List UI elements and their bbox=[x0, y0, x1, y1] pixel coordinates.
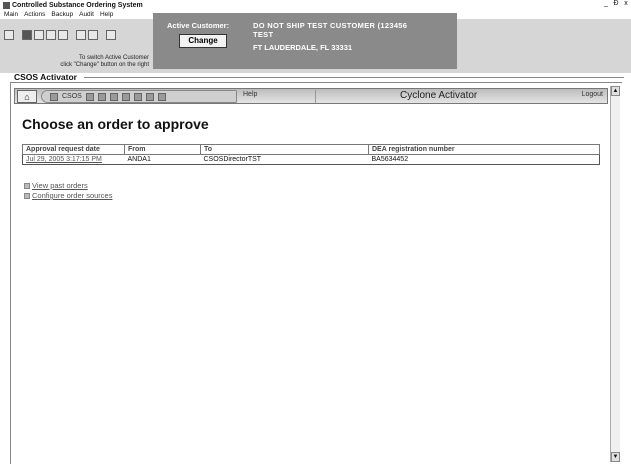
menu-main[interactable]: Main bbox=[4, 11, 18, 18]
check-icon[interactable] bbox=[46, 30, 56, 40]
activator-frame bbox=[10, 82, 622, 464]
logout-link[interactable]: Logout bbox=[582, 91, 603, 98]
action-links: View past orders Configure order sources bbox=[24, 181, 112, 201]
group-divider bbox=[84, 77, 624, 78]
view-past-orders-link[interactable]: View past orders bbox=[32, 181, 88, 191]
col-from: From bbox=[124, 144, 201, 155]
toolbar-icons bbox=[4, 30, 116, 40]
active-customer-panel: Active Customer: DO NOT SHIP TEST CUSTOM… bbox=[153, 13, 457, 69]
col-dea-number: DEA registration number bbox=[368, 144, 600, 155]
title-bar: Controlled Substance Ordering System _ Ɖ… bbox=[0, 0, 631, 10]
help-link[interactable]: Help bbox=[243, 91, 257, 98]
col-approval-date: Approval request date bbox=[22, 144, 125, 155]
csos-tool-icon[interactable] bbox=[50, 92, 58, 101]
switch-customer-hint: To switch Active Customer click "Change"… bbox=[60, 55, 149, 68]
page-title: Choose an order to approve bbox=[22, 116, 209, 132]
to-cell: CSOSDirectorTST bbox=[203, 156, 262, 163]
order-icon[interactable] bbox=[22, 30, 32, 40]
export-icon[interactable] bbox=[145, 92, 154, 101]
user-icon[interactable] bbox=[88, 30, 98, 40]
signature-icon[interactable] bbox=[58, 30, 68, 40]
app-title: Cyclone Activator bbox=[400, 90, 478, 101]
csos-activator-label: CSOS Activator bbox=[14, 72, 77, 82]
nav-bar: ⌂ CSOS Help Cyclone Activator Logout bbox=[14, 88, 608, 104]
scroll-down-icon[interactable]: ▼ bbox=[611, 452, 620, 462]
certificate-icon[interactable] bbox=[106, 30, 116, 40]
menu-help[interactable]: Help bbox=[100, 11, 113, 18]
list-icon[interactable] bbox=[85, 92, 94, 101]
minimize-button[interactable]: _ bbox=[602, 0, 610, 7]
save-icon[interactable] bbox=[76, 30, 86, 40]
diamond-icon[interactable] bbox=[109, 92, 118, 101]
menu-actions[interactable]: Actions bbox=[24, 11, 45, 18]
window-title: Controlled Substance Ordering System bbox=[12, 1, 143, 9]
app-icon bbox=[3, 1, 10, 9]
vertical-scrollbar[interactable]: ▲ ▼ bbox=[610, 86, 620, 462]
window-controls: _ Ɖ x bbox=[602, 0, 630, 7]
document-icon[interactable] bbox=[34, 30, 44, 40]
key-icon[interactable] bbox=[133, 92, 142, 101]
nav-tools: CSOS bbox=[41, 90, 237, 103]
orders-table: Approval request date From To DEA regist… bbox=[22, 144, 600, 165]
page-icon[interactable] bbox=[157, 92, 166, 101]
configure-order-sources-link[interactable]: Configure order sources bbox=[32, 191, 112, 201]
dea-cell: BA5634452 bbox=[371, 156, 409, 163]
col-to: To bbox=[200, 144, 369, 155]
bullet-icon bbox=[24, 183, 30, 189]
print-icon[interactable] bbox=[4, 30, 14, 40]
menu-audit[interactable]: Audit bbox=[79, 11, 94, 18]
table-icon[interactable] bbox=[121, 92, 130, 101]
close-button[interactable]: x bbox=[622, 0, 630, 7]
nav-divider bbox=[315, 90, 316, 103]
change-customer-button[interactable]: Change bbox=[179, 34, 227, 48]
bullet-icon bbox=[24, 193, 30, 199]
active-customer-name: DO NOT SHIP TEST CUSTOMER (123456 TEST bbox=[253, 21, 408, 39]
active-customer-address: FT LAUDERDALE, FL 33331 bbox=[253, 43, 353, 52]
menu-backup[interactable]: Backup bbox=[51, 11, 73, 18]
active-customer-label: Active Customer: bbox=[167, 21, 230, 30]
csos-label[interactable]: CSOS bbox=[62, 93, 82, 100]
edit-icon[interactable] bbox=[97, 92, 106, 101]
table-row[interactable]: Jul 29, 2005 3:17:15 PM ANDA1 CSOSDirect… bbox=[23, 155, 600, 165]
restore-button[interactable]: Ɖ bbox=[612, 0, 620, 7]
view-past-orders-item[interactable]: View past orders bbox=[24, 181, 112, 191]
from-cell: ANDA1 bbox=[127, 156, 151, 163]
approval-date-link[interactable]: Jul 29, 2005 3:17:15 PM bbox=[23, 155, 125, 165]
home-icon[interactable]: ⌂ bbox=[17, 90, 37, 103]
table-header-row: Approval request date From To DEA regist… bbox=[22, 144, 600, 155]
configure-order-sources-item[interactable]: Configure order sources bbox=[24, 191, 112, 201]
scroll-up-icon[interactable]: ▲ bbox=[611, 86, 620, 96]
